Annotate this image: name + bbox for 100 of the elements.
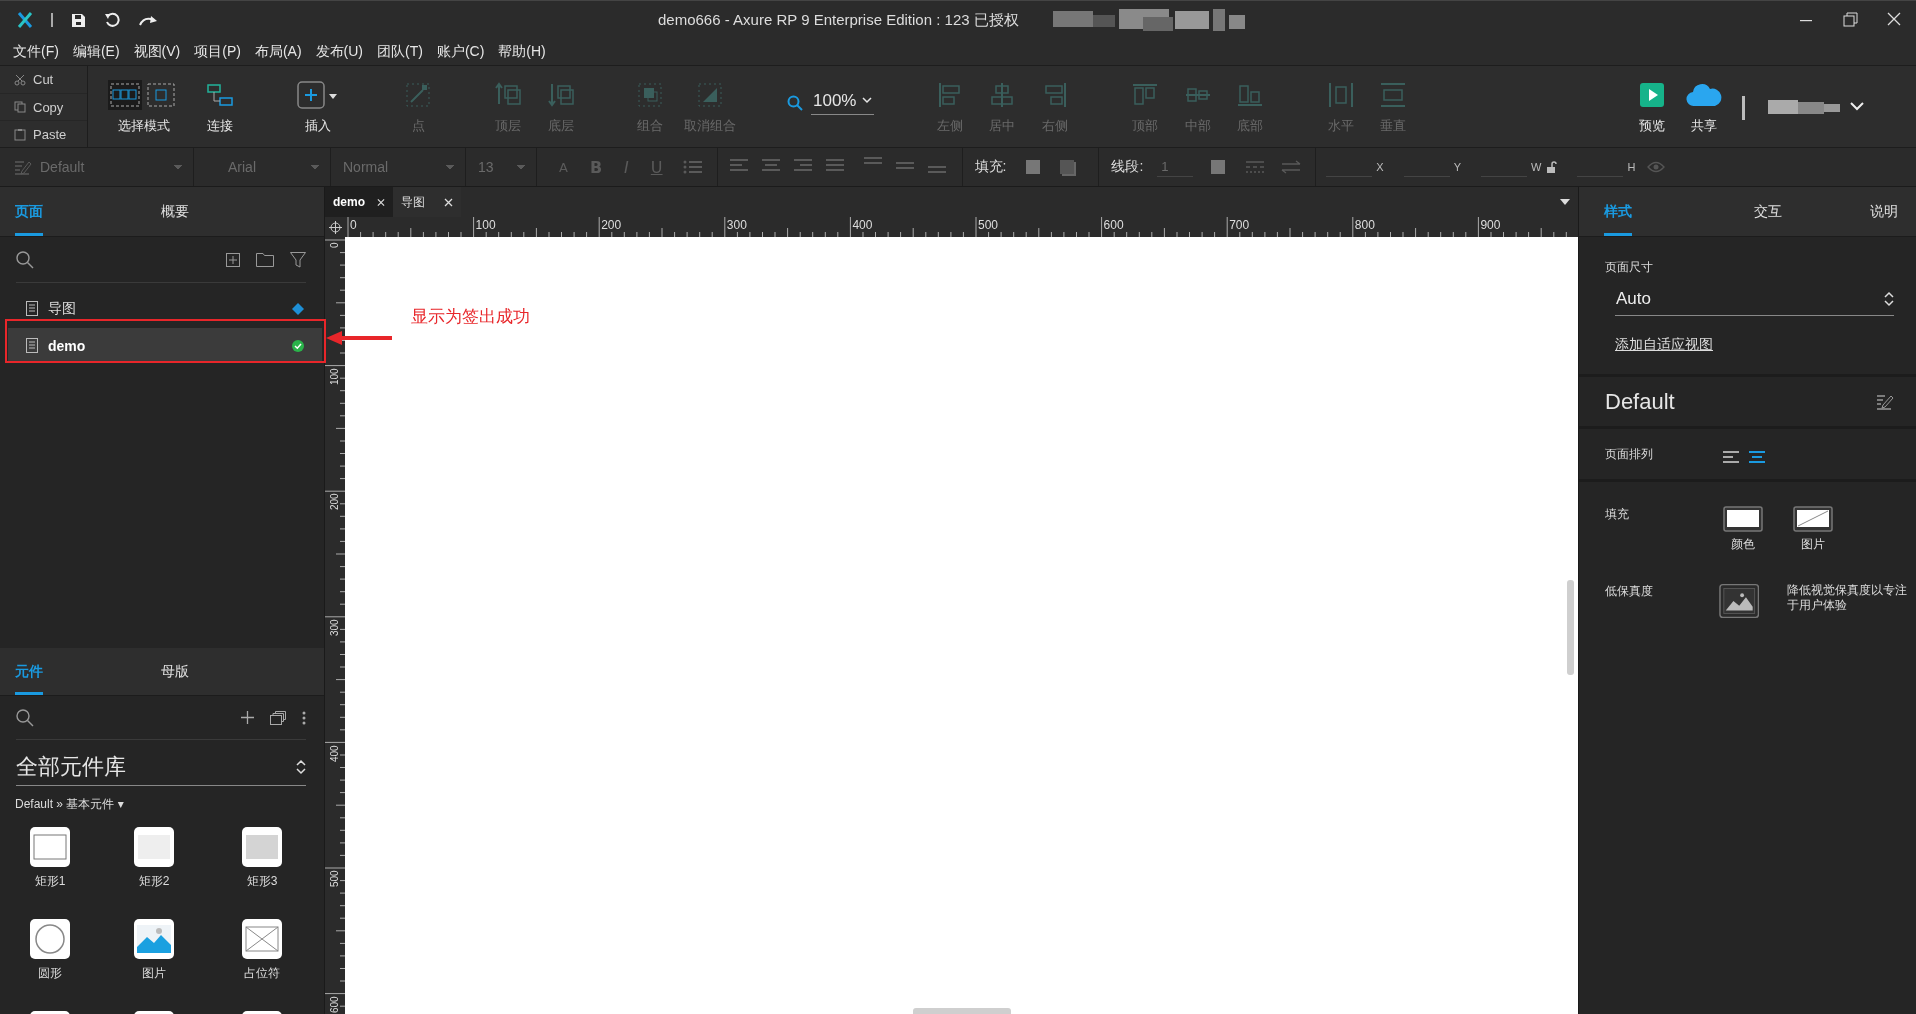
ungroup-icon[interactable] xyxy=(697,81,723,108)
logo-icon[interactable] xyxy=(17,11,33,29)
clipboard-item[interactable]: Copy xyxy=(33,99,64,115)
stacked-windows-icon[interactable] xyxy=(270,710,286,725)
align-bottom-icon[interactable] xyxy=(1237,82,1263,107)
eye-icon[interactable] xyxy=(1647,161,1666,173)
panel-tab[interactable]: 元件 xyxy=(15,648,43,695)
tool-button[interactable]: 预览 xyxy=(1639,116,1665,135)
menu-item[interactable]: 账户(C) xyxy=(429,43,492,61)
align-right-icon[interactable] xyxy=(1043,81,1067,108)
menu-item[interactable]: 项目(P) xyxy=(187,43,248,61)
up-down-chevron-icon[interactable] xyxy=(296,758,306,775)
page-item[interactable]: 导图 xyxy=(8,291,322,326)
scrollbar-thumb[interactable] xyxy=(1567,580,1574,675)
point-icon[interactable] xyxy=(405,81,431,108)
search-icon[interactable] xyxy=(787,94,803,111)
lock-icon[interactable] xyxy=(1547,161,1558,173)
align-text-center-icon[interactable] xyxy=(761,157,782,173)
align-text-left-icon[interactable] xyxy=(729,157,750,173)
caret-icon[interactable] xyxy=(445,164,455,170)
connector-icon[interactable] xyxy=(207,82,233,107)
panel-tab[interactable]: 样式 xyxy=(1604,187,1632,236)
distribute-horizontal-icon[interactable] xyxy=(1328,81,1354,108)
menu-item[interactable]: 团队(T) xyxy=(370,43,430,61)
distribute-vertical-icon[interactable] xyxy=(1380,81,1406,108)
adaptive-view-link[interactable]: 添加自适应视图 xyxy=(1615,336,1713,354)
align-left-icon[interactable] xyxy=(1723,451,1739,463)
close-icon[interactable] xyxy=(377,197,385,207)
menu-item[interactable]: 文件(F) xyxy=(6,43,66,61)
play-icon[interactable] xyxy=(1640,82,1664,107)
placeholder-widget-icon[interactable] xyxy=(242,919,282,959)
save-icon[interactable] xyxy=(71,12,86,28)
low-fidelity-toggle-icon[interactable] xyxy=(1718,583,1759,619)
add-page-icon[interactable] xyxy=(226,252,240,267)
caret-icon[interactable] xyxy=(310,164,320,170)
justify-text-icon[interactable] xyxy=(825,157,846,173)
panel-tab[interactable]: 交互 xyxy=(1754,187,1782,236)
crosshair-icon[interactable] xyxy=(328,220,342,234)
undo-icon[interactable] xyxy=(104,12,120,28)
library-breadcrumb[interactable]: Default » 基本元件 ▾ xyxy=(15,796,124,813)
menu-item[interactable]: 视图(V) xyxy=(126,43,188,61)
tool-button[interactable]: 插入 xyxy=(305,116,331,135)
image-fill-icon[interactable] xyxy=(1793,506,1833,532)
panel-tab[interactable]: 说明 xyxy=(1870,187,1898,236)
scissors-icon[interactable] xyxy=(14,73,26,86)
field-label: 低保真度 xyxy=(1605,583,1654,600)
tool-button[interactable]: 共享 xyxy=(1691,116,1717,135)
image-widget-icon[interactable] xyxy=(134,919,174,959)
tool-button[interactable]: 连接 xyxy=(207,116,233,135)
align-text-right-icon[interactable] xyxy=(793,157,814,173)
menu-item[interactable]: 发布(U) xyxy=(308,43,370,61)
add-icon[interactable] xyxy=(297,80,339,109)
arrow-style-icon[interactable] xyxy=(1281,160,1302,174)
panel-tab[interactable]: 页面 xyxy=(15,187,43,236)
chevron-down-icon[interactable] xyxy=(1850,102,1864,111)
page-item[interactable]: demo xyxy=(8,328,322,363)
bullet-list-icon[interactable] xyxy=(682,159,703,175)
menu-item[interactable]: 编辑(E) xyxy=(65,43,127,61)
chevron-down-icon[interactable] xyxy=(862,97,873,104)
caret-icon[interactable] xyxy=(516,164,526,170)
clipboard-item[interactable]: Cut xyxy=(33,72,54,87)
close-icon[interactable] xyxy=(444,197,453,207)
up-down-chevron-icon[interactable] xyxy=(1884,290,1894,307)
redo-icon[interactable] xyxy=(138,13,158,27)
bring-front-icon[interactable] xyxy=(495,81,521,108)
library-dropdown[interactable]: 全部元件库 xyxy=(16,748,306,786)
tool-button[interactable]: 选择模式 xyxy=(118,116,170,135)
zoom-dropdown[interactable]: 100% xyxy=(811,90,875,115)
clipboard-item[interactable]: Paste xyxy=(33,126,67,142)
document-tab[interactable]: demo xyxy=(325,187,393,217)
page-size-dropdown[interactable]: Auto xyxy=(1615,286,1894,316)
folder-icon[interactable] xyxy=(256,252,274,267)
cloud-icon[interactable] xyxy=(1686,82,1722,107)
window-title: demo666 - Axure RP 9 Enterprise Edition : 123 已授权 xyxy=(658,10,1019,30)
edit-style-icon[interactable] xyxy=(1876,392,1894,411)
ruler-label: 400 xyxy=(852,218,873,232)
filter-icon[interactable] xyxy=(290,251,306,268)
group-icon[interactable] xyxy=(637,81,663,108)
panel-tab[interactable]: 概要 xyxy=(161,187,189,236)
search-icon[interactable] xyxy=(16,250,34,269)
scrollbar-thumb[interactable] xyxy=(913,1008,1011,1014)
dash-style-icon[interactable] xyxy=(1245,160,1266,174)
rectangle-widget-icon[interactable] xyxy=(30,827,70,867)
send-back-icon[interactable] xyxy=(548,81,574,108)
panel-tab[interactable]: 母版 xyxy=(161,648,189,695)
shadow-swatch[interactable] xyxy=(1060,160,1075,174)
stroke-color-swatch[interactable] xyxy=(1211,160,1226,174)
fill-color-swatch[interactable] xyxy=(1026,160,1041,174)
circle-widget-icon[interactable] xyxy=(30,919,70,959)
copy-icon[interactable] xyxy=(14,101,26,113)
clipboard-icon[interactable] xyxy=(14,127,26,141)
plus-icon[interactable] xyxy=(241,711,254,724)
menu-item[interactable]: 布局(A) xyxy=(247,43,309,61)
align-center-icon[interactable] xyxy=(1749,451,1765,463)
menu-item[interactable]: 帮助(H) xyxy=(491,43,553,61)
more-icon[interactable] xyxy=(302,710,306,725)
dropdown-arrow-icon[interactable] xyxy=(1560,199,1570,205)
search-icon[interactable] xyxy=(16,708,34,727)
align-top-icon[interactable] xyxy=(1132,82,1158,107)
color-fill-icon[interactable] xyxy=(1723,506,1763,532)
